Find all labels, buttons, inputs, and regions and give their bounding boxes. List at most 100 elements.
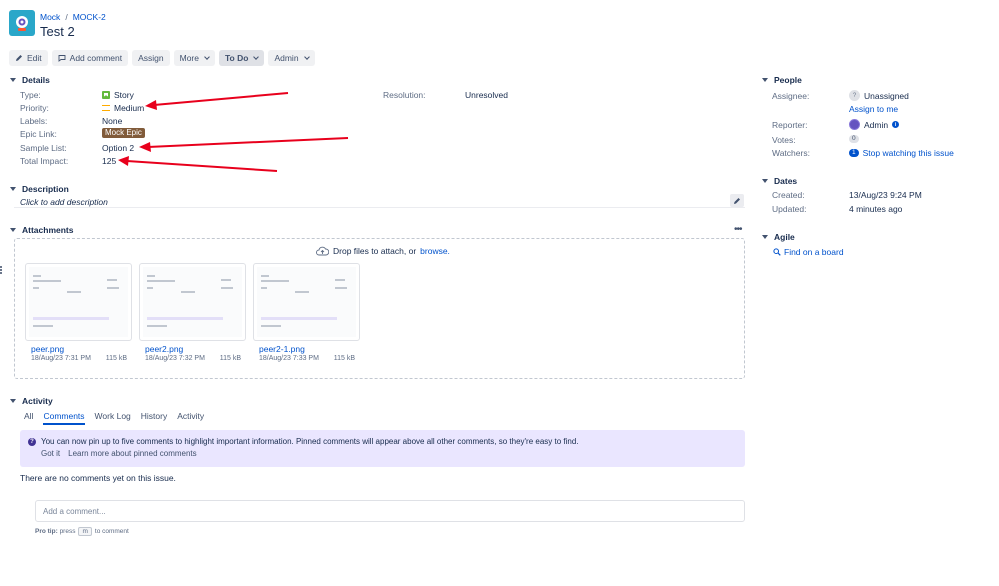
learn-more-link[interactable]: Learn more about pinned comments — [68, 449, 197, 458]
pro-tip-suffix: to comment — [94, 528, 129, 535]
assign-button[interactable]: Assign — [132, 50, 170, 66]
epic-link-label: Epic Link: — [20, 129, 57, 139]
attachment-size: 115 kB — [105, 355, 127, 362]
story-icon — [102, 91, 110, 99]
activity-toggle[interactable]: Activity — [10, 396, 53, 406]
type-value[interactable]: Story — [102, 90, 134, 100]
cloud-upload-icon — [316, 246, 329, 256]
more-label: More — [179, 53, 199, 63]
reporter-value[interactable]: Admin i — [849, 119, 900, 130]
robot-icon — [16, 16, 28, 31]
updated-value: 4 minutes ago — [849, 204, 903, 214]
assignee-label: Assignee: — [772, 91, 810, 101]
assignee-name: Unassigned — [864, 90, 909, 101]
assignee-value[interactable]: ? Unassigned — [849, 90, 909, 101]
breadcrumb-issue-key-link[interactable]: MOCK-2 — [73, 12, 106, 22]
attachment-thumbnail[interactable] — [253, 263, 360, 341]
attachment-name-link[interactable]: peer.png — [31, 344, 64, 354]
type-label: Type: — [20, 90, 41, 100]
tab-comments[interactable]: Comments — [43, 411, 85, 425]
details-toggle[interactable]: Details — [10, 75, 50, 85]
add-comment-button[interactable]: Add comment — [51, 50, 129, 66]
drag-handle[interactable] — [0, 266, 2, 274]
tab-work-log[interactable]: Work Log — [95, 411, 131, 425]
collapse-triangle-icon — [762, 235, 768, 239]
description-toggle[interactable]: Description — [10, 184, 69, 194]
agile-toggle[interactable]: Agile — [762, 232, 795, 242]
issue-toolbar: Edit Add comment Assign More To Do Admin — [9, 50, 315, 66]
priority-value-text: Medium — [114, 103, 145, 113]
question-icon: ? — [28, 437, 36, 446]
description-field[interactable]: Click to add description — [14, 194, 745, 208]
status-label: To Do — [225, 53, 249, 63]
stop-watching-link[interactable]: Stop watching this issue — [863, 148, 954, 158]
annotation-arrow — [145, 92, 289, 110]
attachments-heading: Attachments — [22, 225, 74, 235]
add-comment-field[interactable]: Add a comment... — [35, 500, 745, 522]
user-avatar — [849, 119, 860, 130]
labels-label: Labels: — [20, 116, 48, 126]
find-on-board-link[interactable]: Find on a board — [784, 247, 844, 257]
total-impact-value[interactable]: 125 — [102, 156, 116, 166]
assign-label: Assign — [138, 53, 164, 63]
description-edit-button[interactable] — [730, 194, 744, 207]
votes-label: Votes: — [772, 135, 796, 145]
attachments-toggle[interactable]: Attachments — [10, 225, 73, 235]
labels-value[interactable]: None — [102, 116, 122, 126]
issue-title[interactable]: Test 2 — [40, 24, 75, 39]
attachment-name-link[interactable]: peer2.png — [145, 344, 183, 354]
drop-text: Drop files to attach, or — [333, 246, 417, 256]
watchers-label: Watchers: — [772, 148, 810, 158]
info-icon[interactable]: i — [892, 121, 900, 128]
attachment-thumbnail[interactable] — [139, 263, 246, 341]
dates-toggle[interactable]: Dates — [762, 176, 797, 186]
epic-lozenge[interactable]: Mock Epic — [102, 128, 145, 138]
attachment-name-link[interactable]: peer2-1.png — [259, 344, 305, 354]
collapse-triangle-icon — [10, 187, 16, 191]
tab-activity[interactable]: Activity — [177, 411, 204, 425]
attachment-thumbnail[interactable] — [25, 263, 132, 341]
drop-hint: Drop files to attach, or browse. — [316, 246, 450, 256]
created-value: 13/Aug/23 9:24 PM — [849, 190, 922, 200]
got-it-button[interactable]: Got it — [41, 449, 60, 458]
status-dropdown[interactable]: To Do — [219, 50, 265, 66]
shortcut-key: m — [78, 527, 92, 536]
description-placeholder: Click to add description — [20, 197, 108, 207]
breadcrumb-project-link[interactable]: Mock — [40, 12, 60, 22]
collapse-triangle-icon — [10, 399, 16, 403]
chevron-down-icon — [204, 54, 210, 60]
assign-to-me-link[interactable]: Assign to me — [849, 104, 898, 114]
attachments-more-icon[interactable]: ••• — [734, 224, 742, 235]
tab-all[interactable]: All — [24, 411, 33, 425]
epic-link-value[interactable]: Mock Epic — [102, 128, 145, 138]
attachment-date: 18/Aug/23 7:31 PM — [31, 355, 91, 362]
sample-list-value[interactable]: Option 2 — [102, 143, 134, 153]
thumbnail-preview — [29, 267, 128, 337]
banner-text: You can now pin up to five comments to h… — [41, 437, 579, 446]
project-avatar[interactable] — [9, 10, 35, 36]
resolution-value: Unresolved — [465, 90, 508, 100]
tab-history[interactable]: History — [141, 411, 167, 425]
chevron-down-icon — [303, 54, 310, 60]
priority-medium-icon — [102, 105, 110, 111]
browse-link[interactable]: browse. — [420, 246, 450, 256]
edit-button[interactable]: Edit — [9, 50, 48, 66]
admin-label: Admin — [274, 53, 299, 63]
more-dropdown[interactable]: More — [173, 50, 215, 66]
attachment-size: 115 kB — [219, 355, 241, 362]
priority-value[interactable]: Medium — [102, 103, 144, 113]
description-heading: Description — [22, 184, 69, 194]
people-toggle[interactable]: People — [762, 75, 802, 85]
find-on-board[interactable]: Find on a board — [773, 247, 844, 257]
sample-list-label: Sample List: — [20, 143, 67, 153]
votes-value[interactable]: 0 — [849, 135, 859, 143]
watchers-count-badge[interactable]: 1 — [849, 149, 859, 157]
banner-message: ? You can now pin up to five comments to… — [28, 437, 579, 446]
admin-dropdown[interactable]: Admin — [268, 50, 315, 66]
activity-tabs: All Comments Work Log History Activity — [24, 411, 204, 425]
breadcrumb-separator: / — [65, 12, 68, 22]
watchers-value: 1 Stop watching this issue — [849, 148, 954, 158]
reporter-name: Admin — [864, 119, 889, 130]
attachment-meta: 18/Aug/23 7:32 PM 115 kB — [145, 355, 241, 362]
banner-actions: Got it Learn more about pinned comments — [41, 449, 197, 458]
